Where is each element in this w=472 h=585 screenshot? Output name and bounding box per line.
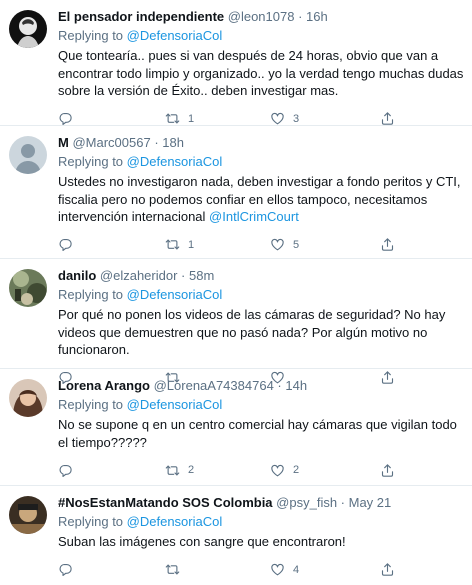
retweet-count: 1 [188,238,195,251]
reply-icon [58,111,73,126]
user-handle[interactable]: @elzaheridor [100,268,178,283]
separator-dot: · [273,378,286,393]
replying-to-line: Replying to @DefensoriaCol [58,396,464,414]
timestamp[interactable]: 58m [189,268,214,283]
avatar[interactable] [9,10,47,48]
user-handle[interactable]: @psy_fish [276,495,337,510]
separator-dot: · [177,268,189,283]
share-icon [380,562,395,577]
replying-to-mention[interactable]: @DefensoriaCol [127,514,223,529]
display-name[interactable]: danilo [58,268,96,283]
retweet-button[interactable]: 2 [165,463,270,478]
retweet-count: 2 [188,464,195,476]
retweet-button[interactable] [165,562,270,577]
like-count: 2 [293,464,300,476]
like-icon [270,111,285,126]
like-icon [270,237,285,252]
reply-button[interactable] [58,562,165,577]
share-button[interactable] [380,237,395,252]
display-name[interactable]: Lorena Arango [58,378,150,393]
user-handle[interactable]: @Marc00567 [72,135,150,150]
avatar[interactable] [9,379,47,417]
reply-button[interactable] [58,463,165,478]
like-count: 5 [293,238,300,251]
display-name[interactable]: El pensador independiente [58,9,224,24]
like-icon [270,562,285,577]
retweet-icon [165,463,180,478]
tweet[interactable]: M @Marc00567 · 18h Replying to @Defensor… [0,126,472,259]
share-button[interactable] [380,463,395,478]
replying-to-line: Replying to @DefensoriaCol [58,27,464,45]
share-icon [380,463,395,478]
tweet-actions: 1 5 [58,234,464,256]
like-button[interactable]: 4 [270,562,380,577]
replying-to-mention[interactable]: @DefensoriaCol [127,154,223,169]
reply-button[interactable] [58,111,165,126]
display-name[interactable]: M [58,135,69,150]
replying-to-line: Replying to @DefensoriaCol [58,153,464,171]
timestamp[interactable]: May 21 [349,495,392,510]
reply-icon [58,237,73,252]
display-name[interactable]: #NosEstanMatando SOS Colombia [58,495,273,510]
tweet-text: Que tontearía.. pues si van después de 2… [58,48,464,98]
reply-thread: El pensador independiente @leon1078 · 16… [0,0,472,585]
timestamp[interactable]: 18h [162,135,184,150]
like-count: 3 [293,112,300,125]
tweet[interactable]: El pensador independiente @leon1078 · 16… [0,0,472,126]
like-count: 4 [293,563,300,576]
tweet[interactable]: Lorena Arango @LorenaA74384764 · 14h Rep… [0,369,472,486]
retweet-count: 1 [188,112,195,125]
like-button[interactable]: 3 [270,111,380,126]
separator-dot: · [294,9,307,24]
replying-to-line: Replying to @DefensoriaCol [58,513,464,531]
share-icon [380,237,395,252]
tweet-text: Por qué no ponen los videos de las cámar… [58,307,446,357]
separator-dot: · [150,135,163,150]
reply-button[interactable] [58,237,165,252]
retweet-icon [165,237,180,252]
like-button[interactable]: 5 [270,237,380,252]
share-button[interactable] [380,111,395,126]
timestamp[interactable]: 14h [285,378,307,393]
replying-to-mention[interactable]: @DefensoriaCol [127,28,223,43]
replying-to-label: Replying to [58,397,124,412]
tweet-text: No se supone q en un centro comercial ha… [58,417,457,450]
avatar[interactable] [9,136,47,174]
tweet-actions: 2 2 [58,459,464,481]
user-handle[interactable]: @leon1078 [228,9,295,24]
replying-to-label: Replying to [58,154,124,169]
share-button[interactable] [380,562,395,577]
separator-dot: · [337,495,349,510]
retweet-icon [165,111,180,126]
reply-icon [58,463,73,478]
replying-to-mention[interactable]: @DefensoriaCol [127,287,223,302]
reply-icon [58,562,73,577]
replying-to-label: Replying to [58,287,124,302]
share-icon [380,111,395,126]
retweet-icon [165,562,180,577]
replying-to-line: Replying to @DefensoriaCol [58,286,464,304]
tweet-text: Ustedes no investigaron nada, deben inve… [58,173,464,226]
avatar[interactable] [9,496,47,534]
avatar[interactable] [9,269,47,307]
tweet[interactable]: #NosEstanMatando SOS Colombia @psy_fish … [0,486,472,585]
tweet[interactable]: danilo @elzaheridor · 58m Replying to @D… [0,259,472,369]
replying-to-label: Replying to [58,514,124,529]
tweet-text: Suban las imágenes con sangre que encont… [58,534,346,549]
replying-to-mention[interactable]: @DefensoriaCol [127,397,223,412]
retweet-button[interactable]: 1 [165,111,270,126]
like-icon [270,463,285,478]
tweet-actions: 4 [58,559,464,581]
timestamp[interactable]: 16h [306,9,328,24]
like-button[interactable]: 2 [270,463,380,478]
replying-to-label: Replying to [58,28,124,43]
retweet-button[interactable]: 1 [165,237,270,252]
user-handle[interactable]: @LorenaA74384764 [154,378,274,393]
inline-mention[interactable]: @IntlCrimCourt [209,209,299,224]
